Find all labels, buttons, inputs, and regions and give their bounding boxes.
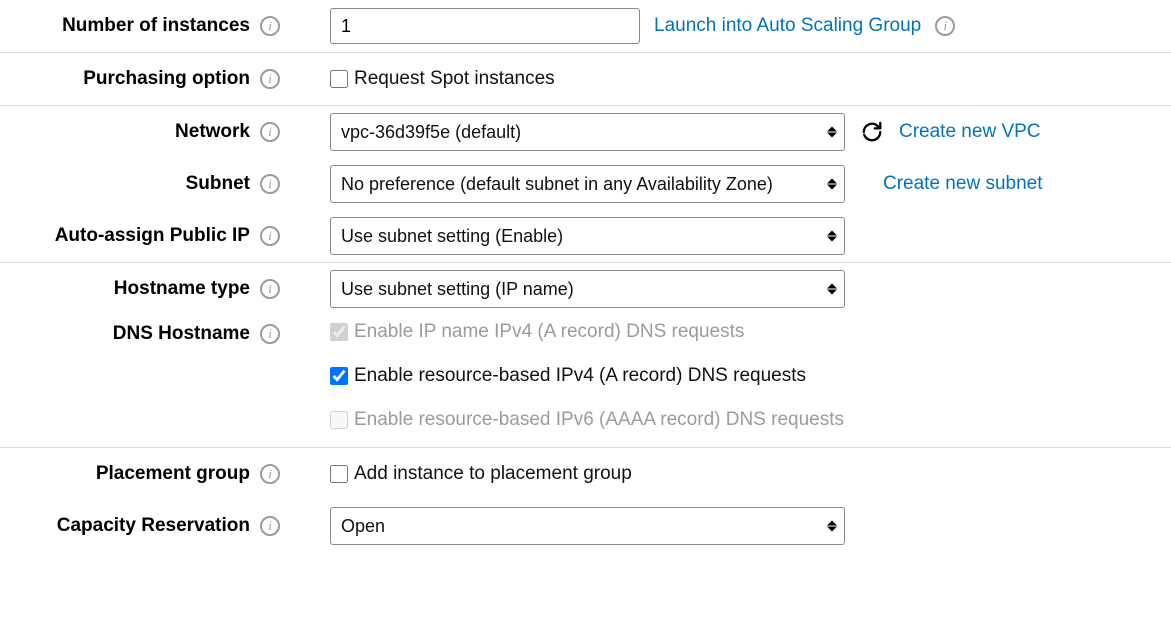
- info-icon[interactable]: i: [935, 16, 955, 36]
- field-col: Request Spot instances: [290, 68, 555, 90]
- network-select-value: vpc-36d39f5e (default): [330, 113, 845, 151]
- label-col: Placement group i: [0, 463, 290, 485]
- number-of-instances-input[interactable]: [330, 8, 640, 44]
- info-icon[interactable]: i: [260, 226, 280, 246]
- subnet-select-value: No preference (default subnet in any Ava…: [330, 165, 845, 203]
- row-number-of-instances: Number of instances i Launch into Auto S…: [0, 0, 1171, 52]
- request-spot-label: Request Spot instances: [354, 68, 555, 90]
- label-col: Network i: [0, 121, 290, 143]
- label-col: Purchasing option i: [0, 68, 290, 90]
- label-placement-group: Placement group: [96, 463, 250, 485]
- field-col: Launch into Auto Scaling Group i: [290, 8, 955, 44]
- info-icon[interactable]: i: [260, 324, 280, 344]
- auto-assign-public-ip-select[interactable]: Use subnet setting (Enable): [330, 217, 845, 255]
- subnet-select[interactable]: No preference (default subnet in any Ava…: [330, 165, 845, 203]
- label-col: Auto-assign Public IP i: [0, 225, 290, 247]
- label-col: Hostname type i: [0, 278, 290, 300]
- placement-group-checkbox-label: Add instance to placement group: [354, 463, 632, 485]
- dns-resource-v6-label: Enable resource-based IPv6 (AAAA record)…: [354, 409, 844, 431]
- label-capacity-reservation: Capacity Reservation: [57, 515, 250, 537]
- dns-resource-v4-checkbox[interactable]: [330, 367, 348, 385]
- label-dns-hostname: DNS Hostname: [113, 323, 250, 345]
- row-auto-assign-public-ip: Auto-assign Public IP i Use subnet setti…: [0, 210, 1171, 262]
- field-col: Use subnet setting (IP name): [290, 270, 845, 308]
- dns-ipname-checkbox: [330, 323, 348, 341]
- launch-asg-link[interactable]: Launch into Auto Scaling Group: [654, 15, 921, 37]
- dns-ipname-row: Enable IP name IPv4 (A record) DNS reque…: [330, 321, 744, 343]
- refresh-icon: [861, 121, 883, 143]
- network-select[interactable]: vpc-36d39f5e (default): [330, 113, 845, 151]
- label-auto-assign-public-ip: Auto-assign Public IP: [55, 225, 250, 247]
- row-subnet: Subnet i No preference (default subnet i…: [0, 158, 1171, 210]
- capacity-reservation-select[interactable]: Open: [330, 507, 845, 545]
- capacity-reservation-value: Open: [330, 507, 845, 545]
- create-vpc-link[interactable]: Create new VPC: [899, 121, 1041, 143]
- refresh-network-button[interactable]: [859, 119, 885, 145]
- section-network: Network i vpc-36d39f5e (default) Create …: [0, 105, 1171, 262]
- dns-resource-v6-row: Enable resource-based IPv6 (AAAA record)…: [330, 409, 844, 431]
- hostname-type-value: Use subnet setting (IP name): [330, 270, 845, 308]
- label-subnet: Subnet: [186, 173, 250, 195]
- info-icon[interactable]: i: [260, 279, 280, 299]
- ec2-launch-config-form: Number of instances i Launch into Auto S…: [0, 0, 1171, 552]
- row-placement-group: Placement group i Add instance to placem…: [0, 448, 1171, 500]
- auto-assign-public-ip-value: Use subnet setting (Enable): [330, 217, 845, 255]
- field-col: Add instance to placement group: [290, 463, 632, 485]
- placement-group-checkbox-row: Add instance to placement group: [330, 463, 632, 485]
- label-number-of-instances: Number of instances: [62, 15, 250, 37]
- dns-resource-v4-label: Enable resource-based IPv4 (A record) DN…: [354, 365, 806, 387]
- info-icon[interactable]: i: [260, 516, 280, 536]
- label-col: Capacity Reservation i: [0, 515, 290, 537]
- label-col: Number of instances i: [0, 15, 290, 37]
- field-col: Use subnet setting (Enable): [290, 217, 845, 255]
- info-icon[interactable]: i: [260, 16, 280, 36]
- placement-group-checkbox[interactable]: [330, 465, 348, 483]
- label-network: Network: [175, 121, 250, 143]
- section-instances: Number of instances i Launch into Auto S…: [0, 0, 1171, 52]
- field-col: Enable IP name IPv4 (A record) DNS reque…: [290, 321, 844, 443]
- info-icon[interactable]: i: [260, 174, 280, 194]
- dns-resource-v6-checkbox: [330, 411, 348, 429]
- label-col: DNS Hostname i: [0, 321, 290, 345]
- info-icon[interactable]: i: [260, 122, 280, 142]
- info-icon[interactable]: i: [260, 69, 280, 89]
- dns-ipname-label: Enable IP name IPv4 (A record) DNS reque…: [354, 321, 744, 343]
- row-hostname-type: Hostname type i Use subnet setting (IP n…: [0, 263, 1171, 315]
- spot-checkbox-row: Request Spot instances: [330, 68, 555, 90]
- field-col: No preference (default subnet in any Ava…: [290, 165, 1043, 203]
- field-col: Open: [290, 507, 845, 545]
- row-dns-hostname: DNS Hostname i Enable IP name IPv4 (A re…: [0, 315, 1171, 447]
- section-placement: Placement group i Add instance to placem…: [0, 447, 1171, 552]
- create-subnet-link[interactable]: Create new subnet: [883, 173, 1043, 195]
- label-col: Subnet i: [0, 173, 290, 195]
- row-network: Network i vpc-36d39f5e (default) Create …: [0, 106, 1171, 158]
- section-hostname: Hostname type i Use subnet setting (IP n…: [0, 262, 1171, 447]
- label-purchasing-option: Purchasing option: [83, 68, 250, 90]
- section-purchasing: Purchasing option i Request Spot instanc…: [0, 52, 1171, 105]
- row-purchasing-option: Purchasing option i Request Spot instanc…: [0, 53, 1171, 105]
- label-hostname-type: Hostname type: [114, 278, 250, 300]
- hostname-type-select[interactable]: Use subnet setting (IP name): [330, 270, 845, 308]
- request-spot-checkbox[interactable]: [330, 70, 348, 88]
- info-icon[interactable]: i: [260, 464, 280, 484]
- row-capacity-reservation: Capacity Reservation i Open: [0, 500, 1171, 552]
- field-col: vpc-36d39f5e (default) Create new VPC: [290, 113, 1041, 151]
- dns-resource-v4-row: Enable resource-based IPv4 (A record) DN…: [330, 365, 806, 387]
